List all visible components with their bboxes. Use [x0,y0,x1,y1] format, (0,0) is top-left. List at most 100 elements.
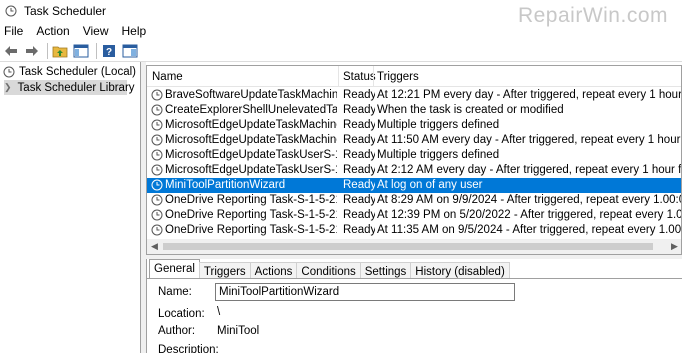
task-clock-icon [151,179,163,191]
up-folder-icon [52,46,68,57]
show-hide-console-tree-button[interactable] [72,42,90,60]
up-folder-button[interactable] [51,42,69,60]
scroll-left-icon[interactable]: ◀ [151,241,158,252]
task-triggers-cell: At 12:39 PM on 5/20/2022 - After trigger… [377,209,682,221]
forward-icon [26,45,38,56]
table-row[interactable]: MicrosoftEdgeUpdateTaskMachineUA ReadyAt … [147,133,681,148]
task-triggers-cell: When the task is created or modified [377,104,564,116]
column-header-triggers[interactable]: Triggers [377,71,419,83]
tab-history[interactable]: History (disabled) [410,262,510,279]
task-clock-icon [151,104,163,116]
table-row[interactable]: OneDrive Reporting Task-S-1-5-21-8385...… [147,223,682,238]
task-triggers-cell: At 11:35 AM on 9/5/2024 - After triggere… [377,224,682,236]
tab-conditions[interactable]: Conditions [296,262,361,279]
task-name-cell: MiniToolPartitionWizard [165,179,286,191]
tab-actions[interactable]: Actions [249,262,298,279]
task-clock-icon [151,134,163,146]
task-triggers-cell: At log on of any user [377,179,483,191]
task-name-cell: CreateExplorerShellUnelevatedTask [165,104,337,116]
column-divider[interactable] [373,66,374,87]
task-triggers-cell: Multiple triggers defined [377,119,500,131]
task-triggers-cell: At 11:50 AM every day - After triggered,… [377,134,681,146]
tree-item-task-scheduler-local[interactable]: Task Scheduler (Local) [3,66,136,78]
properties-icon [122,44,138,57]
table-row[interactable]: OneDrive Reporting Task-S-1-5-21-8385...… [147,193,681,208]
tree-item-task-scheduler-library[interactable]: ❯ Task Scheduler Library [4,80,135,95]
task-status-cell: Ready [343,104,375,116]
task-details: General Triggers Actions Conditions Sett… [146,259,682,353]
column-header-status[interactable]: Status [343,71,376,83]
toolbar: ? [0,40,682,62]
menu-file[interactable]: File [4,24,23,38]
column-header-name[interactable]: Name [152,71,183,83]
task-status-cell: Ready [343,224,375,236]
task-scheduler-clock-icon [5,5,17,17]
task-name-cell: MicrosoftEdgeUpdateTaskUserS-1-5-21-... [165,149,337,161]
location-value: \ [217,306,221,318]
scroll-right-icon[interactable]: ▶ [671,241,678,252]
task-clock-icon [151,149,163,161]
task-name-field[interactable]: MiniToolPartitionWizard [215,283,515,301]
menu-view[interactable]: View [83,24,109,38]
menu-bar: File Action View Help [0,22,682,40]
task-triggers-cell: At 12:21 PM every day - After triggered,… [377,89,682,101]
forward-button[interactable] [23,42,41,60]
task-clock-icon [151,119,163,131]
show-hide-console-tree-icon [73,44,89,57]
properties-button[interactable] [121,42,139,60]
toolbar-separator [96,42,97,59]
back-icon [5,45,17,56]
task-status-cell: Ready [343,179,375,191]
name-label: Name: [158,286,192,298]
task-clock-icon [151,89,163,101]
menu-help[interactable]: Help [122,24,147,38]
clock-icon [3,66,15,78]
table-row[interactable]: MicrosoftEdgeUpdateTaskUserS-1-5-21-... R… [147,163,682,178]
task-triggers-cell: At 2:12 AM every day - After triggered, … [377,164,682,176]
table-row[interactable]: MicrosoftEdgeUpdateTaskMachineCore ReadyM… [147,118,681,133]
task-clock-icon [151,224,163,236]
task-status-cell: Ready [343,164,375,176]
task-clock-icon [151,194,163,206]
scrollbar-thumb[interactable] [163,243,653,250]
menu-action[interactable]: Action [36,24,69,38]
author-value: MiniTool [217,325,260,337]
horizontal-scrollbar[interactable]: ◀ ▶ [147,239,681,254]
task-status-cell: Ready [343,209,375,221]
table-row[interactable]: MicrosoftEdgeUpdateTaskUserS-1-5-21-... R… [147,148,681,163]
task-list: Name Status Triggers BraveSoftwareUpdate… [146,65,682,255]
task-status-cell: Ready [343,89,375,101]
help-button[interactable]: ? [100,42,118,60]
task-name-cell: MicrosoftEdgeUpdateTaskMachineCore [165,119,337,131]
tab-settings[interactable]: Settings [359,262,412,279]
task-status-cell: Ready [343,119,375,131]
task-triggers-cell: At 8:29 AM on 9/9/2024 - After triggered… [377,194,681,206]
tree-item-label: Task Scheduler (Local) [19,66,136,78]
tree-item-label: Task Scheduler Library [17,81,135,94]
tab-triggers[interactable]: Triggers [198,262,251,279]
task-name-cell: OneDrive Reporting Task-S-1-5-21-8385... [165,209,337,221]
column-divider[interactable] [338,66,339,87]
console-tree: Task Scheduler (Local) ❯ Task Scheduler … [0,62,141,353]
table-row[interactable]: CreateExplorerShellUnelevatedTask Ready Wh… [147,103,681,118]
task-name-cell: MicrosoftEdgeUpdateTaskMachineUA [165,134,337,146]
svg-text:?: ? [106,47,112,58]
task-clock-icon [151,209,163,221]
back-button[interactable] [2,42,20,60]
location-label: Location: [158,308,205,320]
author-label: Author: [158,325,196,337]
task-name-cell: MicrosoftEdgeUpdateTaskUserS-1-5-21-... [165,164,337,176]
help-icon: ? [103,44,115,58]
table-row[interactable]: BraveSoftwareUpdateTaskMachineUA{A... Rea… [147,88,682,103]
window-title: Task Scheduler [24,4,107,18]
toolbar-separator [47,42,48,59]
table-row[interactable]: MiniToolPartitionWizard Ready At log on of… [147,178,681,193]
table-row[interactable]: OneDrive Reporting Task-S-1-5-21-8385...… [147,208,682,223]
chevron-right-icon[interactable]: ❯ [4,82,12,93]
task-name-cell: OneDrive Reporting Task-S-1-5-21-8385... [165,224,337,236]
task-status-cell: Ready [343,134,375,146]
tab-general[interactable]: General [149,259,200,279]
description-label: Description: [158,344,219,353]
list-header: Name Status Triggers [147,66,681,87]
task-status-cell: Ready [343,194,375,206]
